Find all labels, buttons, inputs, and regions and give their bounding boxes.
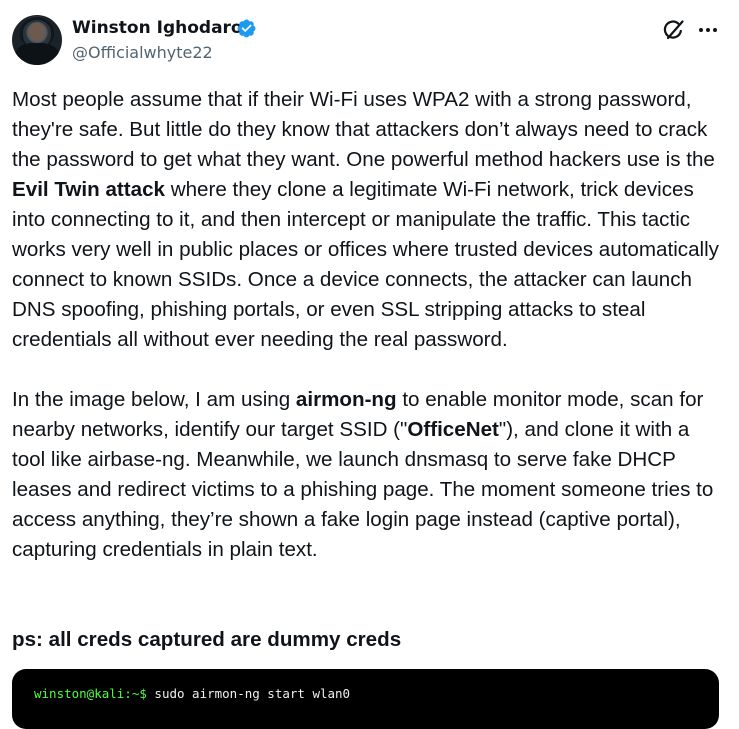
terminal-line: winston@kali:~$ sudo airmon-ng start wla… <box>34 686 350 702</box>
bold-airmon-ng: airmon-ng <box>295 388 397 411</box>
para1-text-1: Most people assume that if their Wi-Fi u… <box>12 88 715 171</box>
tweet-text: Most people assume that if their Wi-Fi u… <box>12 85 727 565</box>
terminal-screenshot[interactable]: winston@kali:~$ sudo airmon-ng start wla… <box>12 669 719 729</box>
avatar[interactable] <box>12 15 62 65</box>
tweet-paragraph-1: Most people assume that if their Wi-Fi u… <box>12 85 727 355</box>
tweet-paragraph-2: In the image below, I am using airmon-ng… <box>12 385 727 565</box>
bold-officenet: OfficeNet <box>407 418 499 441</box>
avatar-hood-shape <box>20 17 54 47</box>
terminal-prompt: winston@kali:~$ <box>34 686 147 701</box>
user-handle[interactable]: @Officialwhyte22 <box>72 42 213 64</box>
terminal-command: sudo airmon-ng start wlan0 <box>146 686 351 701</box>
para2-text-1: In the image below, I am using <box>12 388 296 411</box>
grok-icon[interactable] <box>661 17 687 43</box>
para1-text-2: where they clone a legitimate Wi-Fi netw… <box>12 178 719 351</box>
bold-evil-twin: Evil Twin attack <box>12 178 165 201</box>
display-name[interactable]: Winston Ighodaro <box>72 17 243 39</box>
more-options-icon[interactable] <box>695 17 721 43</box>
tweet-header: Winston Ighodaro @Officialwhyte22 <box>0 0 739 80</box>
verified-badge-icon <box>237 19 256 38</box>
tweet: Winston Ighodaro @Officialwhyte22 Most p… <box>0 0 739 729</box>
ps-note: ps: all creds captured are dummy creds <box>12 628 402 651</box>
